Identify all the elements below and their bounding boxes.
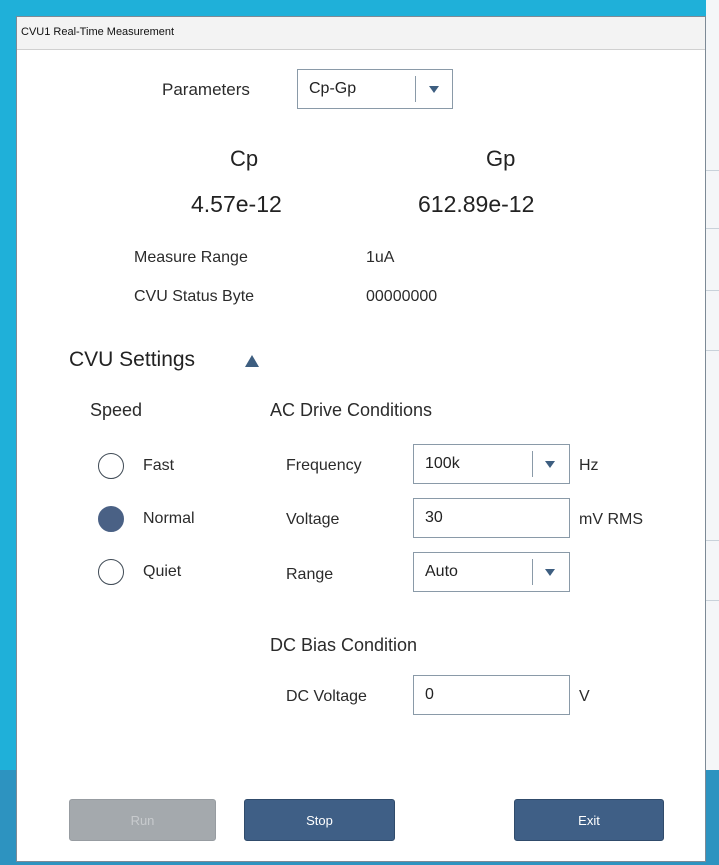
parameters-select[interactable]: Cp-Gp <box>297 69 453 109</box>
cvu-status-byte-label: CVU Status Byte <box>134 288 255 305</box>
dc-voltage-value: 0 <box>425 686 434 703</box>
measure-range-value: 1uA <box>366 249 395 266</box>
voltage-input[interactable]: 30 <box>413 498 570 538</box>
frequency-value: 100k <box>425 455 460 472</box>
range-value: Auto <box>425 563 458 580</box>
parameters-label: Parameters <box>162 80 250 99</box>
reading-name-cp: Cp <box>230 146 259 171</box>
range-select[interactable]: Auto <box>413 552 570 592</box>
cvu-status-byte-value: 00000000 <box>366 288 438 305</box>
radio-button[interactable] <box>98 559 124 585</box>
real-time-measurement-dialog: CVU1 Real-Time Measurement Parameters Cp… <box>16 16 706 862</box>
ac-drive-title: AC Drive Conditions <box>270 400 433 420</box>
range-label: Range <box>286 566 334 583</box>
measure-range-label: Measure Range <box>134 249 248 266</box>
title-bar: CVU1 Real-Time Measurement <box>17 17 705 50</box>
exit-button[interactable]: Exit <box>514 799 664 841</box>
reading-value-cp: 4.57e-12 <box>191 191 282 217</box>
dc-voltage-unit: V <box>579 688 590 705</box>
chevron-down-icon <box>545 569 555 576</box>
dc-voltage-input[interactable]: 0 <box>413 675 570 715</box>
frequency-unit: Hz <box>579 457 599 474</box>
chevron-down-icon <box>429 86 439 93</box>
reading-name-gp: Gp <box>486 146 516 171</box>
voltage-unit: mV RMS <box>579 511 643 528</box>
chevron-down-icon <box>545 461 555 468</box>
triangle-up-icon[interactable] <box>245 355 259 367</box>
speed-option-label: Normal <box>143 510 195 527</box>
cvu-settings-title: CVU Settings <box>69 348 196 371</box>
window-title: CVU1 Real-Time Measurement <box>21 26 175 38</box>
speed-title: Speed <box>90 400 143 420</box>
speed-option-fast[interactable]: Fast <box>98 453 208 481</box>
frequency-label: Frequency <box>286 457 362 474</box>
speed-option-normal[interactable]: Normal <box>98 506 218 534</box>
background-window-edge <box>706 0 719 865</box>
voltage-label: Voltage <box>286 511 340 528</box>
voltage-value: 30 <box>425 509 443 526</box>
dc-bias-title: DC Bias Condition <box>270 635 418 655</box>
radio-button[interactable] <box>98 453 124 479</box>
frequency-select[interactable]: 100k <box>413 444 570 484</box>
speed-option-quiet[interactable]: Quiet <box>98 559 208 587</box>
speed-option-label: Quiet <box>143 563 182 580</box>
parameters-selected-value: Cp-Gp <box>309 80 357 97</box>
stop-button[interactable]: Stop <box>244 799 395 841</box>
dc-voltage-label: DC Voltage <box>286 688 367 705</box>
run-button[interactable]: Run <box>69 799 216 841</box>
speed-option-label: Fast <box>143 457 175 474</box>
radio-button-selected[interactable] <box>98 506 124 532</box>
reading-value-gp: 612.89e-12 <box>418 191 535 217</box>
